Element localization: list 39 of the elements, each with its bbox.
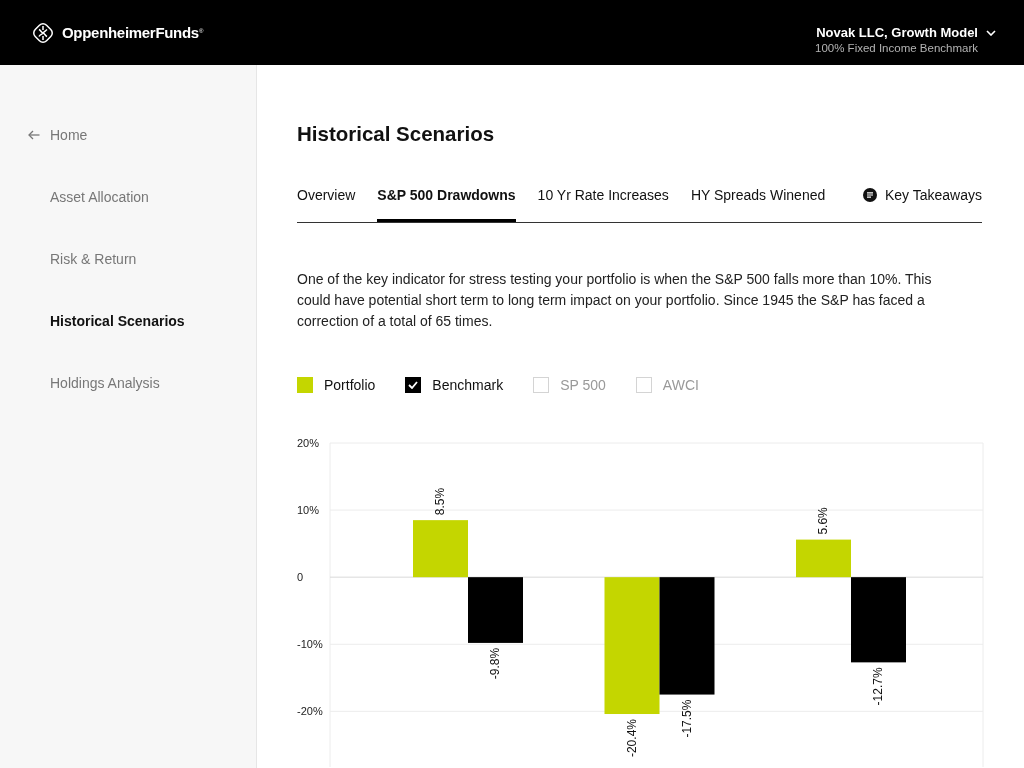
chart-bar [413,520,468,578]
arrow-left-icon [28,130,40,140]
axis-label: 10% [297,504,320,517]
page-title: Historical Scenarios [297,122,496,146]
tab[interactable]: Overview [297,174,356,222]
chevron-down-icon [986,29,996,36]
checkbox[interactable] [405,377,422,393]
bar-value-label: 5.6% [816,507,831,535]
nav-item[interactable]: Historical Scenarios [0,290,185,352]
tab[interactable]: 10 Yr Rate Increases [537,174,669,222]
axis-label: 0 [297,571,304,584]
nav-item[interactable]: Asset Allocation [0,166,149,228]
account-dropdown[interactable]: Novak LLC, Growth Model [816,24,996,41]
bar-value-label: 8.5% [433,487,448,516]
axis-label: -10% [297,638,323,651]
bar-value-label: -12.7% [871,667,886,706]
legend-label: AWCI [662,377,699,393]
description-text: One of the key indicator for stress testing your portfolio is when the S&P 500 falls more than 10%. This could have potential short term to long term impact on your portfolio. Since 1945 the S&P has faced a correction of a total of 65 times. [297,270,933,331]
key-takeaways-button[interactable]: Key Takeaways [863,174,982,222]
chart-bar [468,577,523,643]
tab[interactable]: HY Spreads Winened [690,174,826,222]
legend-label: SP 500 [560,377,606,393]
axis-label: -20% [297,705,323,718]
nav-item[interactable]: Risk & Return [0,228,137,290]
legend-label: Portfolio [324,377,376,393]
bar-value-label: -17.5% [680,699,694,738]
checkbox[interactable] [533,377,550,393]
bar-value-label: -20.4% [625,719,639,758]
checkbox[interactable] [635,377,652,393]
benchmark-subtitle: 100% Fixed Income Benchmark [815,40,978,55]
check-icon [408,381,419,389]
nav-item[interactable]: Holdings Analysis [0,352,160,414]
axis-label: 20% [297,437,320,449]
tab[interactable]: S&P 500 Drawdowns [377,174,516,222]
legend-label: Benchmark [432,377,504,393]
back-link[interactable]: Home [0,104,88,166]
bar-value-label: -9.8% [488,647,503,680]
brand-name: OppenheimerFunds$^{®}$ [62,24,203,41]
list-icon [863,188,877,202]
